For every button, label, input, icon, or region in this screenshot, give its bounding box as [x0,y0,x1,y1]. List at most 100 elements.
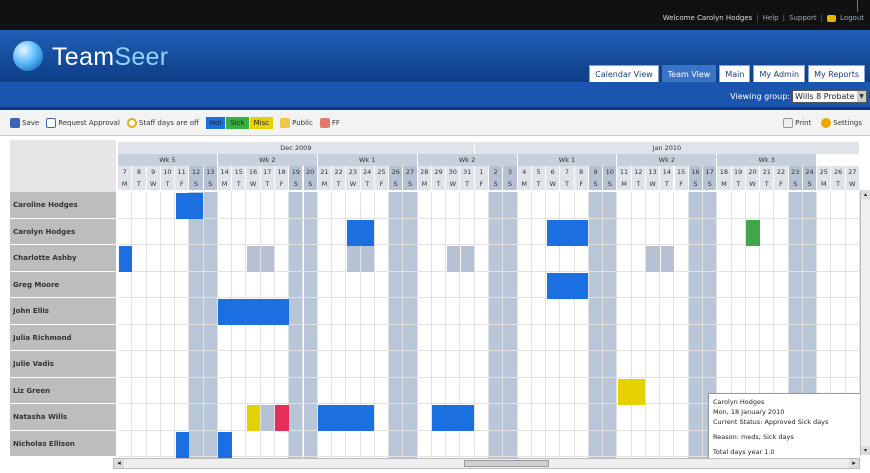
tab-team-view[interactable]: Team View [661,65,717,82]
clock-icon [126,117,137,128]
leave-event[interactable] [460,246,475,272]
date-header: 26 [389,166,404,178]
date-header: 29 [431,166,447,178]
day-column[interactable] [617,192,632,458]
leave-event[interactable] [175,431,189,458]
leave-event[interactable] [246,246,261,272]
top-divider [857,0,858,12]
week-header: Wk 3 [717,154,818,166]
leave-event[interactable] [261,246,275,272]
scroll-thumb[interactable] [464,460,549,467]
day-column[interactable] [532,192,547,458]
ff-button[interactable]: FF [319,117,340,128]
date-header: 22 [332,166,347,178]
leave-event[interactable] [246,405,261,431]
day-column[interactable] [489,192,504,458]
leave-event[interactable] [361,246,375,272]
request-approval-button[interactable]: Request Approval [46,117,120,128]
save-button[interactable]: Save [10,117,40,128]
day-header: S [688,178,704,190]
tab-my-reports[interactable]: My Reports [808,65,865,82]
help-link[interactable]: Help [763,14,779,22]
scroll-left-icon[interactable]: ◂ [114,459,124,468]
day-column[interactable] [675,192,689,458]
leave-event[interactable] [446,246,460,272]
day-column[interactable] [503,192,518,458]
day-column[interactable] [189,192,204,458]
save-label: Save [22,118,40,127]
scroll-right-icon[interactable]: ▸ [849,459,859,468]
legend-hol: Hol [205,116,226,129]
date-header: 7 [560,166,575,178]
day-column[interactable] [289,192,304,458]
separator: | [782,14,785,22]
leave-event[interactable] [660,246,674,272]
day-column[interactable] [403,192,418,458]
legend-misc: Misc [249,116,274,129]
horizontal-scrollbar[interactable]: ◂ ▸ [113,458,860,469]
day-column[interactable] [418,192,432,458]
date-header: 9 [588,166,604,178]
leave-event[interactable] [318,405,375,431]
names-header [10,140,116,192]
date-header: 25 [817,166,832,178]
print-button[interactable]: Print [783,117,811,128]
settings-button[interactable]: Settings [821,117,862,128]
leave-event[interactable] [346,246,361,272]
day-column[interactable] [303,192,318,458]
tab-calendar-view[interactable]: Calendar View [589,65,659,82]
day-column[interactable] [660,192,675,458]
day-column[interactable] [646,192,661,458]
leave-event[interactable] [617,378,646,405]
leave-event[interactable] [746,219,760,246]
tab-main[interactable]: Main [719,65,751,82]
scroll-up-icon[interactable]: ▴ [861,190,870,199]
day-column[interactable] [132,192,147,458]
person-name: Liz Green [10,377,116,404]
globe-logo-icon [13,41,43,71]
chevron-down-icon[interactable]: ▼ [857,91,866,102]
day-column[interactable] [389,192,404,458]
day-column[interactable] [218,192,233,458]
date-header: 8 [574,166,589,178]
day-column[interactable] [203,192,218,458]
date-header: 20 [745,166,761,178]
day-column[interactable] [632,192,646,458]
leave-event[interactable] [275,405,289,431]
day-column[interactable] [375,192,390,458]
leave-event[interactable] [432,405,475,431]
leave-event[interactable] [218,299,289,325]
leave-event[interactable] [175,193,204,219]
leave-event[interactable] [346,219,375,246]
key-icon [827,14,837,22]
day-column[interactable] [161,192,176,458]
date-header: 12 [189,166,204,178]
scroll-down-icon[interactable]: ▾ [861,446,870,455]
viewing-group-select[interactable]: Wills 8 Probate ▼ [792,90,867,103]
day-column[interactable] [232,192,247,458]
staff-days-button[interactable]: Staff days are off [126,117,199,128]
leave-event[interactable] [218,431,232,458]
support-link[interactable]: Support [789,14,817,22]
leave-event[interactable] [546,219,589,246]
leave-event[interactable] [546,272,589,299]
tab-my-admin[interactable]: My Admin [753,65,806,82]
day-column[interactable] [147,192,161,458]
date-header: 25 [374,166,390,178]
day-column[interactable] [175,192,190,458]
vertical-scrollbar[interactable]: ▴ ▾ [860,190,870,455]
leave-event[interactable] [261,405,275,431]
month-header: Dec 2009 [118,142,475,154]
public-button[interactable]: Public [280,117,313,128]
logout-link[interactable]: Logout [840,14,864,22]
leave-event[interactable] [646,246,660,272]
day-column[interactable] [118,192,133,458]
day-column[interactable] [688,192,704,458]
day-column[interactable] [518,192,532,458]
app-header: TeamSeer Calendar View Team View Main My Ad… [0,30,870,82]
day-column[interactable] [475,192,489,458]
day-column[interactable] [588,192,604,458]
leave-event[interactable] [118,246,132,272]
day-column[interactable] [603,192,618,458]
welcome-area: Welcome Carolyn Hodges | Help | Support … [663,14,864,22]
